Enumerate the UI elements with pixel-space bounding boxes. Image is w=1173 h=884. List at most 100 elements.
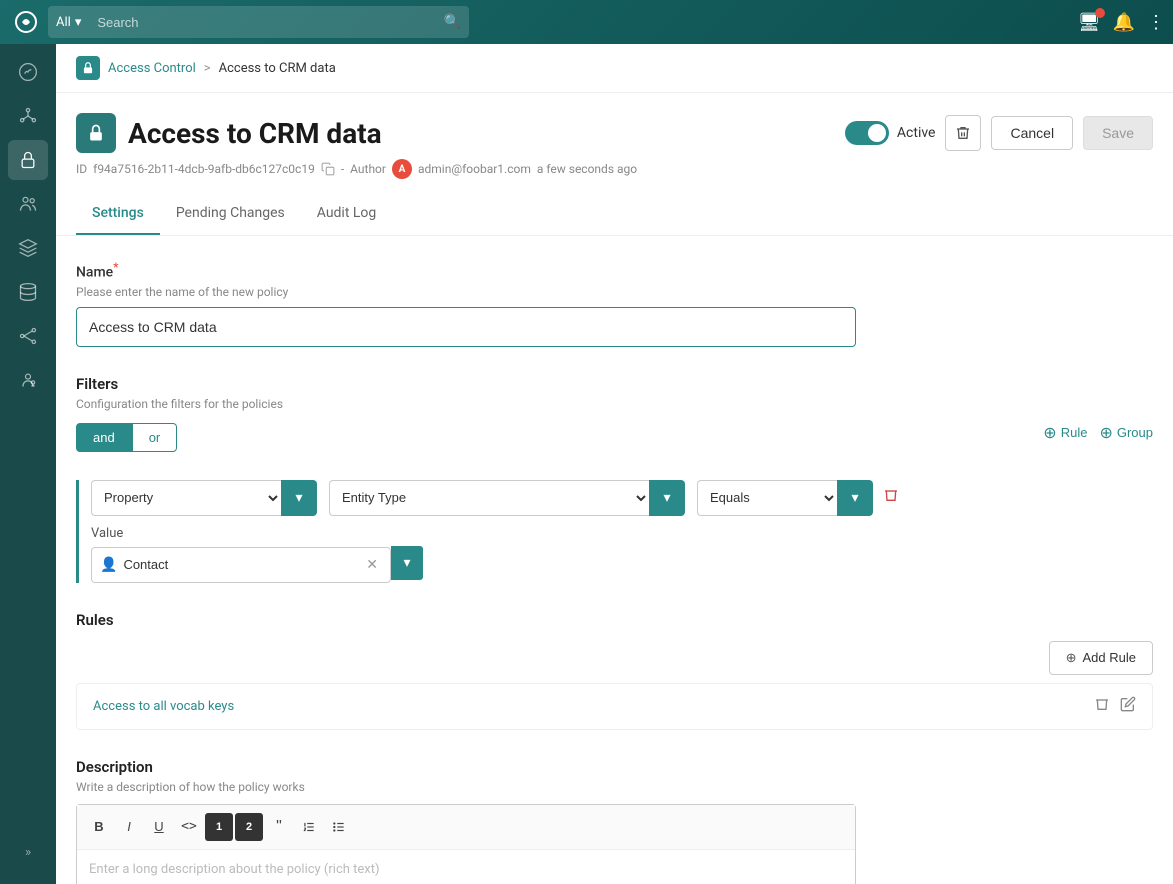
add-actions: ⊕ Rule ⊕ Group [1043, 423, 1153, 443]
top-bar-icons: 🖥 🔔 ⋮ [1078, 12, 1165, 33]
italic-button[interactable]: I [115, 813, 143, 841]
filter-row: Property ▾ Entity Type ▾ Equal [91, 480, 1153, 516]
search-area: All ▾ 🔍 [48, 6, 469, 38]
value-clear-button[interactable]: ✕ [366, 557, 378, 573]
page-header-left: Access to CRM data [76, 113, 382, 153]
property-select[interactable]: Property [91, 480, 281, 516]
page-header-right: Active Cancel Save [845, 115, 1153, 151]
filters-hint: Configuration the filters for the polici… [76, 397, 1153, 411]
sidebar-item-graph[interactable] [8, 316, 48, 356]
breadcrumb-parent-link[interactable]: Access Control [108, 61, 196, 76]
name-hint: Please enter the name of the new policy [76, 285, 1153, 299]
rule-item: Access to all vocab keys [76, 683, 1153, 730]
filters-section: Filters Configuration the filters for th… [76, 375, 1153, 583]
top-bar: All ▾ 🔍 🖥 🔔 ⋮ [0, 0, 1173, 44]
cancel-button[interactable]: Cancel [991, 116, 1073, 150]
logic-or-button[interactable]: or [132, 423, 178, 452]
sidebar-item-database[interactable] [8, 272, 48, 312]
monitor-icon[interactable]: 🖥 [1078, 12, 1101, 33]
sidebar-item-nodes[interactable] [8, 96, 48, 136]
name-label: Name* [76, 260, 1153, 281]
description-section: Description Write a description of how t… [76, 758, 1153, 884]
logic-buttons: and or [76, 423, 177, 452]
plus-circle-rule-icon: ⊕ [1066, 650, 1077, 666]
menu-icon[interactable]: ⋮ [1147, 12, 1165, 33]
heading2-button[interactable]: 2 [235, 813, 263, 841]
ordered-list-button[interactable] [295, 813, 323, 841]
tab-audit-log[interactable]: Audit Log [301, 193, 393, 235]
add-group-button[interactable]: ⊕ Group [1099, 423, 1153, 443]
sidebar-item-dashboard[interactable] [8, 52, 48, 92]
id-label: ID [76, 162, 87, 176]
equals-dropdown-btn[interactable]: ▾ [837, 480, 873, 516]
tab-settings[interactable]: Settings [76, 193, 160, 235]
sidebar-item-tools[interactable] [8, 228, 48, 268]
main-content: Access Control > Access to CRM data Acce… [56, 44, 1173, 884]
rule-item-text[interactable]: Access to all vocab keys [93, 699, 234, 714]
page-icon [76, 113, 116, 153]
unordered-list-button[interactable] [325, 813, 353, 841]
sidebar-item-security[interactable] [8, 140, 48, 180]
description-textarea[interactable]: Enter a long description about the polic… [77, 850, 855, 884]
breadcrumb-separator: > [204, 61, 211, 76]
search-type-select[interactable]: All ▾ [48, 6, 89, 38]
add-rule-label: Rule [1061, 425, 1088, 440]
underline-button[interactable]: U [145, 813, 173, 841]
property-select-wrapper: Property ▾ [91, 480, 317, 516]
avatar: A [392, 159, 412, 179]
active-label: Active [897, 125, 936, 141]
chevron-down-icon: ▾ [75, 15, 82, 30]
tabs: Settings Pending Changes Audit Log [56, 193, 1173, 236]
add-rule-button[interactable]: ⊕ Rule [1043, 423, 1087, 443]
entity-type-select[interactable]: Entity Type [329, 480, 649, 516]
description-hint: Write a description of how the policy wo… [76, 780, 1153, 794]
search-input[interactable] [97, 15, 444, 30]
name-section: Name* Please enter the name of the new p… [76, 260, 1153, 347]
author-label: Author [350, 162, 386, 176]
rule-edit-button[interactable] [1120, 696, 1136, 717]
entity-type-dropdown-btn[interactable]: ▾ [649, 480, 685, 516]
heading1-button[interactable]: 1 [205, 813, 233, 841]
value-input[interactable] [123, 557, 366, 572]
description-title: Description [76, 758, 1153, 776]
equals-select[interactable]: Equals [697, 480, 837, 516]
tab-pending-changes[interactable]: Pending Changes [160, 193, 301, 235]
active-toggle[interactable] [845, 121, 889, 145]
active-toggle-wrapper: Active [845, 121, 936, 145]
monitor-badge [1095, 8, 1105, 18]
rules-title: Rules [76, 611, 1153, 629]
sidebar-item-users[interactable] [8, 184, 48, 224]
logo[interactable] [8, 0, 44, 44]
copy-icon[interactable] [321, 162, 335, 176]
search-icon: 🔍 [444, 14, 461, 30]
equals-select-wrapper: Equals ▾ [697, 480, 873, 516]
bell-icon[interactable]: 🔔 [1113, 12, 1135, 33]
delete-button[interactable] [945, 115, 981, 151]
rules-header-row: Rules ⊕ Add Rule [76, 611, 1153, 675]
form-content: Name* Please enter the name of the new p… [56, 236, 1173, 884]
rules-section: Rules ⊕ Add Rule Access to all vocab key… [76, 611, 1153, 730]
value-dropdown-btn[interactable]: ▾ [391, 546, 423, 580]
rich-text-editor: B I U <> 1 2 " Enter a long description … [76, 804, 856, 884]
property-dropdown-btn[interactable]: ▾ [281, 480, 317, 516]
sidebar-bottom: » [17, 837, 39, 884]
search-input-wrapper: 🔍 [89, 6, 469, 38]
blockquote-button[interactable]: " [265, 813, 293, 841]
code-button[interactable]: <> [175, 813, 203, 841]
name-input[interactable] [76, 307, 856, 347]
time-ago: a few seconds ago [537, 162, 637, 176]
breadcrumb-icon [76, 56, 100, 80]
search-type-label: All [56, 15, 71, 30]
expand-sidebar[interactable]: » [17, 837, 39, 868]
value-row: Value 👤 ✕ ▾ [91, 526, 1153, 583]
save-button[interactable]: Save [1083, 116, 1153, 150]
value-input-container: 👤 ✕ ▾ [91, 547, 1153, 583]
filter-delete-button[interactable] [879, 483, 903, 512]
sidebar-item-admin[interactable] [8, 360, 48, 400]
add-group-label: Group [1117, 425, 1153, 440]
bold-button[interactable]: B [85, 813, 113, 841]
record-id: f94a7516-2b11-4dcb-9afb-db6c127c0c19 [93, 162, 315, 176]
rule-delete-button[interactable] [1094, 696, 1110, 717]
logic-and-button[interactable]: and [76, 423, 132, 452]
add-rule-action-button[interactable]: ⊕ Add Rule [1049, 641, 1153, 675]
